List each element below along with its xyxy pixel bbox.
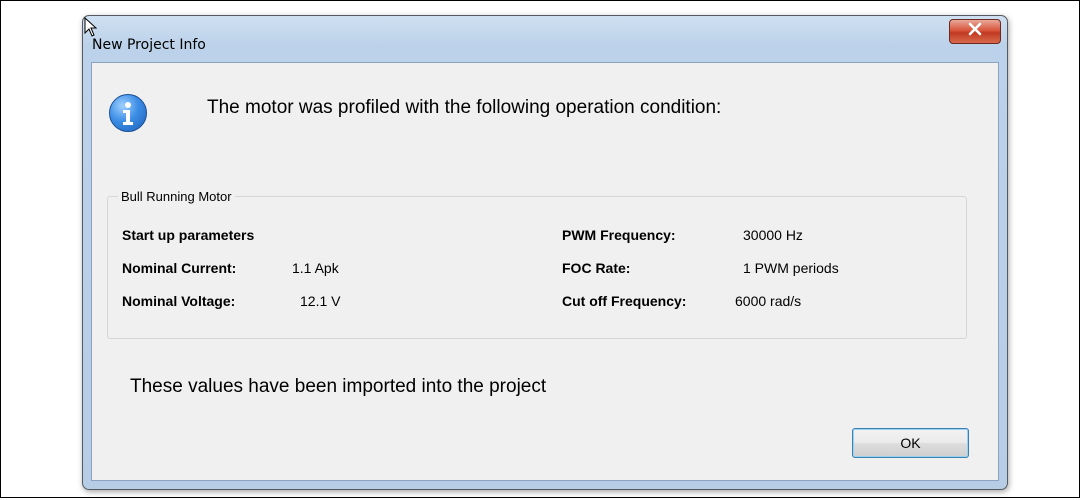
frame-top-rule <box>1 0 1079 1</box>
motor-parameters-group: Bull Running Motor Start up parameters N… <box>107 189 967 339</box>
pwm-frequency-value: 30000 Hz <box>743 227 803 243</box>
dialog-message: The motor was profiled with the followin… <box>207 97 722 118</box>
import-confirmation-text: These values have been imported into the… <box>130 376 547 397</box>
cutoff-frequency-value: 6000 rad/s <box>735 293 802 309</box>
group-title: Bull Running Motor <box>118 189 235 204</box>
cutoff-frequency-label: Cut off Frequency: <box>562 293 687 309</box>
startup-parameters-header: Start up parameters <box>122 227 255 243</box>
nominal-current-value: 1.1 Apk <box>292 260 339 276</box>
info-icon <box>109 94 147 132</box>
nominal-current-label: Nominal Current: <box>122 260 237 276</box>
mouse-cursor-icon <box>84 16 98 42</box>
foc-rate-value: 1 PWM periods <box>743 260 839 276</box>
nominal-voltage-value: 12.1 V <box>300 293 341 309</box>
window-title: New Project Info <box>92 37 206 53</box>
foc-rate-label: FOC Rate: <box>562 260 631 276</box>
close-icon <box>967 22 983 41</box>
title-bar[interactable]: New Project Info <box>83 16 1007 62</box>
dialog-client-area: The motor was profiled with the followin… <box>91 62 999 481</box>
nominal-voltage-label: Nominal Voltage: <box>122 293 236 309</box>
dialog-window: New Project Info The motor was profiled … <box>82 15 1008 490</box>
pwm-frequency-label: PWM Frequency: <box>562 227 676 243</box>
close-button[interactable] <box>949 19 1001 44</box>
ok-button[interactable]: OK <box>852 428 969 458</box>
